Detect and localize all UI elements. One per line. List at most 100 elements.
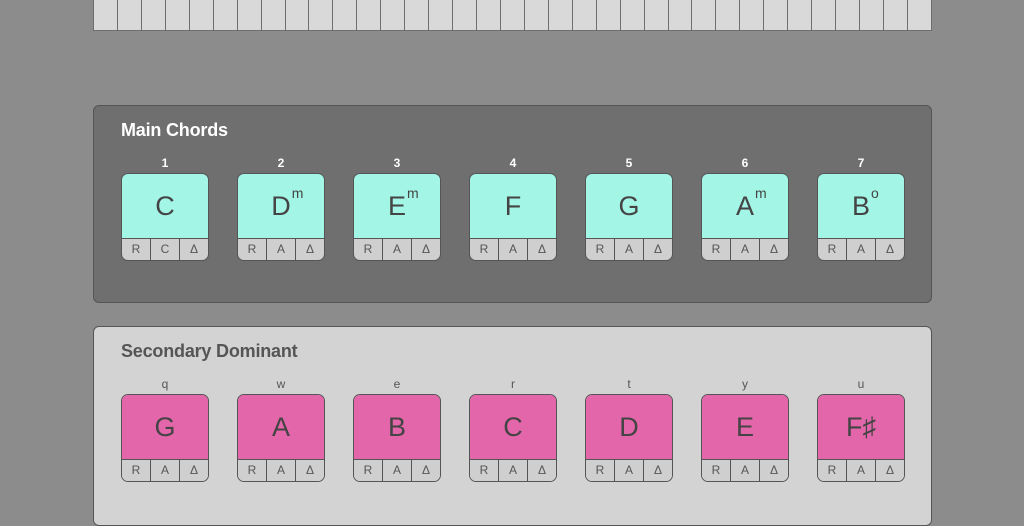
chord-seventh-button[interactable]: Δ: [179, 460, 208, 481]
chord-variant-button[interactable]: A: [730, 460, 759, 481]
chord-root-button[interactable]: R: [122, 239, 150, 260]
chord-pad[interactable]: G R A Δ: [585, 173, 673, 261]
piano-key[interactable]: [811, 0, 836, 30]
chord-seventh-button[interactable]: Δ: [875, 239, 904, 260]
chord-root-button[interactable]: R: [702, 460, 730, 481]
chord-variant-button[interactable]: A: [846, 460, 875, 481]
piano-key[interactable]: [906, 0, 932, 30]
piano-key[interactable]: [236, 0, 261, 30]
chord-pad-face[interactable]: B o: [818, 174, 904, 238]
chord-pad[interactable]: C R C Δ: [121, 173, 209, 261]
piano-key[interactable]: [715, 0, 740, 30]
piano-keyboard[interactable]: [93, 0, 932, 31]
chord-root-button[interactable]: R: [354, 239, 382, 260]
chord-pad[interactable]: F R A Δ: [469, 173, 557, 261]
piano-key[interactable]: [332, 0, 357, 30]
chord-root-button[interactable]: R: [470, 239, 498, 260]
chord-pad[interactable]: G R A Δ: [121, 394, 209, 482]
chord-seventh-button[interactable]: Δ: [759, 239, 788, 260]
chord-seventh-button[interactable]: Δ: [411, 239, 440, 260]
chord-variant-button[interactable]: A: [382, 239, 411, 260]
chord-root-button[interactable]: R: [818, 460, 846, 481]
piano-key[interactable]: [93, 0, 117, 30]
chord-pad-face[interactable]: A m: [702, 174, 788, 238]
piano-key[interactable]: [835, 0, 859, 30]
chord-variant-button[interactable]: A: [730, 239, 759, 260]
chord-pad-face[interactable]: G: [122, 395, 208, 459]
chord-root-button[interactable]: R: [586, 460, 614, 481]
piano-key[interactable]: [116, 0, 141, 30]
chord-variant-button[interactable]: A: [846, 239, 875, 260]
piano-key[interactable]: [643, 0, 668, 30]
chord-pad-face[interactable]: E: [702, 395, 788, 459]
piano-key[interactable]: [547, 0, 572, 30]
chord-root-button[interactable]: R: [470, 460, 498, 481]
piano-key[interactable]: [356, 0, 381, 30]
chord-seventh-button[interactable]: Δ: [643, 460, 672, 481]
chord-pad[interactable]: C R A Δ: [469, 394, 557, 482]
chord-pad[interactable]: A R A Δ: [237, 394, 325, 482]
chord-root-button[interactable]: R: [354, 460, 382, 481]
piano-key[interactable]: [499, 0, 524, 30]
chord-pad-face[interactable]: F: [470, 174, 556, 238]
chord-variant-button[interactable]: A: [266, 460, 295, 481]
chord-pad-face[interactable]: G: [586, 174, 672, 238]
chord-seventh-button[interactable]: Δ: [295, 460, 324, 481]
piano-key[interactable]: [691, 0, 716, 30]
chord-variant-button[interactable]: A: [498, 239, 527, 260]
chord-pad[interactable]: E R A Δ: [701, 394, 789, 482]
chord-root-button[interactable]: R: [238, 239, 266, 260]
piano-key[interactable]: [212, 0, 237, 30]
piano-key[interactable]: [739, 0, 764, 30]
chord-seventh-button[interactable]: Δ: [875, 460, 904, 481]
piano-key[interactable]: [308, 0, 333, 30]
piano-key[interactable]: [476, 0, 500, 30]
chord-root-button[interactable]: R: [586, 239, 614, 260]
piano-key[interactable]: [523, 0, 548, 30]
piano-key[interactable]: [882, 0, 907, 30]
chord-pad[interactable]: D R A Δ: [585, 394, 673, 482]
piano-key[interactable]: [164, 0, 189, 30]
chord-variant-button[interactable]: A: [614, 239, 643, 260]
chord-pad-face[interactable]: B: [354, 395, 440, 459]
chord-variant-button[interactable]: A: [498, 460, 527, 481]
chord-seventh-button[interactable]: Δ: [411, 460, 440, 481]
chord-seventh-button[interactable]: Δ: [527, 460, 556, 481]
chord-pad-face[interactable]: F♯: [818, 395, 904, 459]
chord-pad-face[interactable]: C: [470, 395, 556, 459]
chord-pad-face[interactable]: E m: [354, 174, 440, 238]
chord-variant-button[interactable]: A: [266, 239, 295, 260]
chord-pad[interactable]: A m R A Δ: [701, 173, 789, 261]
piano-key[interactable]: [619, 0, 644, 30]
piano-key[interactable]: [571, 0, 596, 30]
chord-seventh-button[interactable]: Δ: [527, 239, 556, 260]
piano-key[interactable]: [787, 0, 812, 30]
chord-pad[interactable]: D m R A Δ: [237, 173, 325, 261]
chord-variant-button[interactable]: A: [614, 460, 643, 481]
chord-seventh-button[interactable]: Δ: [759, 460, 788, 481]
chord-variant-button[interactable]: A: [382, 460, 411, 481]
piano-key[interactable]: [260, 0, 285, 30]
chord-seventh-button[interactable]: Δ: [179, 239, 208, 260]
piano-key[interactable]: [140, 0, 165, 30]
piano-key[interactable]: [284, 0, 309, 30]
chord-pad-face[interactable]: D: [586, 395, 672, 459]
chord-pad-face[interactable]: C: [122, 174, 208, 238]
chord-root-button[interactable]: R: [238, 460, 266, 481]
chord-pad[interactable]: B R A Δ: [353, 394, 441, 482]
chord-variant-button[interactable]: C: [150, 239, 179, 260]
piano-key[interactable]: [380, 0, 405, 30]
chord-pad[interactable]: E m R A Δ: [353, 173, 441, 261]
piano-key[interactable]: [452, 0, 476, 30]
chord-pad-face[interactable]: D m: [238, 174, 324, 238]
piano-key[interactable]: [188, 0, 213, 30]
chord-pad-face[interactable]: A: [238, 395, 324, 459]
chord-root-button[interactable]: R: [122, 460, 150, 481]
chord-variant-button[interactable]: A: [150, 460, 179, 481]
piano-key[interactable]: [595, 0, 620, 30]
chord-seventh-button[interactable]: Δ: [643, 239, 672, 260]
chord-seventh-button[interactable]: Δ: [295, 239, 324, 260]
piano-key[interactable]: [763, 0, 788, 30]
chord-root-button[interactable]: R: [818, 239, 846, 260]
chord-root-button[interactable]: R: [702, 239, 730, 260]
